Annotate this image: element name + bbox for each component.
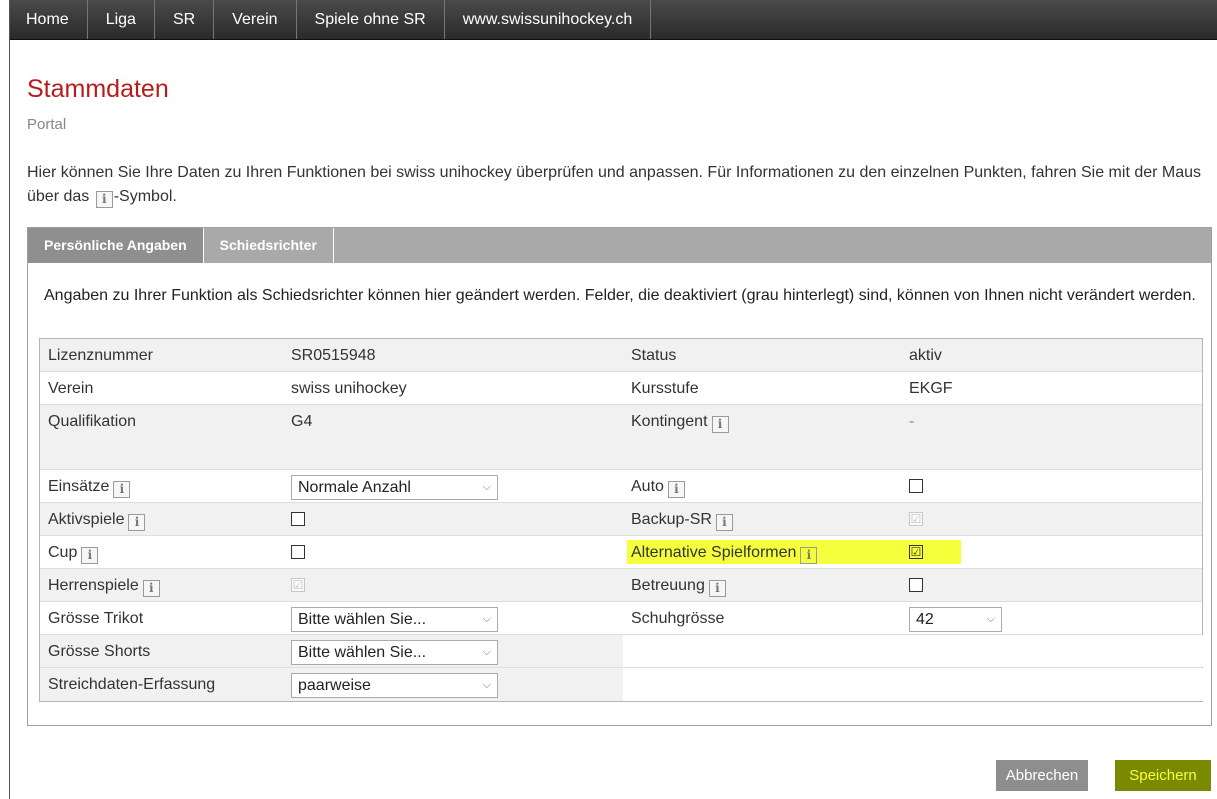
kontingent-label-cell: Kontingent i	[631, 405, 729, 438]
qualifikation-label: Qualifikation	[48, 413, 137, 430]
kursstufe-value: EKGF	[909, 380, 953, 397]
auto-label-cell: Auto i	[631, 470, 685, 503]
nav-liga[interactable]: Liga	[88, 0, 155, 39]
info-icon[interactable]: i	[81, 547, 99, 564]
betreuung-checkbox[interactable]	[909, 578, 923, 592]
auto-checkbox[interactable]	[909, 479, 923, 493]
lizenznummer-label: Lizenznummer	[48, 347, 153, 364]
groesse-trikot-label: Grösse Trikot	[48, 610, 144, 627]
page-subtitle: Portal	[27, 116, 67, 133]
einsaetze-select-value: Normale Anzahl	[298, 479, 411, 496]
table-row: Verein swiss unihockey Kursstufe EKGF	[40, 372, 1202, 405]
groesse-shorts-select-value: Bitte wählen Sie...	[298, 644, 427, 661]
table-row: Streichdaten-Erfassung paarweise ⌵	[40, 668, 1204, 701]
info-icon[interactable]: i	[800, 547, 818, 564]
aktivspiele-label: Aktivspiele	[48, 511, 125, 528]
chevron-down-icon: ⌵	[482, 679, 491, 691]
info-icon[interactable]: i	[128, 514, 146, 531]
alternative-spielformen-checkbox[interactable]: ☑	[909, 545, 923, 559]
tab-bar: Persönliche Angaben Schiedsrichter	[28, 228, 1211, 263]
table-row: Herrenspiele i ☑ Betreuung i	[40, 569, 1202, 602]
einsaetze-label-cell: Einsätze i	[48, 470, 131, 503]
info-icon[interactable]: i	[708, 580, 726, 597]
herrenspiele-label-cell: Herrenspiele i	[48, 569, 160, 602]
groesse-shorts-select[interactable]: Bitte wählen Sie... ⌵	[291, 640, 498, 665]
streichdaten-erfassung-select[interactable]: paarweise ⌵	[291, 673, 498, 698]
tab-persoenliche-angaben[interactable]: Persönliche Angaben	[28, 228, 204, 263]
table-row: Grösse Shorts Bitte wählen Sie... ⌵	[40, 635, 1204, 668]
intro-text-part2: -Symbol.	[113, 188, 177, 205]
verein-label: Verein	[48, 380, 94, 397]
chevron-down-icon: ⌵	[986, 613, 995, 625]
aktivspiele-label-cell: Aktivspiele i	[48, 503, 146, 536]
kursstufe-label: Kursstufe	[631, 380, 699, 397]
einsaetze-select[interactable]: Normale Anzahl ⌵	[291, 475, 498, 500]
streichdaten-erfassung-select-value: paarweise	[298, 677, 371, 694]
info-icon[interactable]: i	[113, 481, 131, 498]
streichdaten-erfassung-label: Streichdaten-Erfassung	[48, 676, 216, 693]
lizenznummer-value: SR0515948	[291, 347, 376, 364]
intro-text-part1: Hier können Sie Ihre Daten zu Ihren Funk…	[27, 164, 1202, 205]
schuhgroesse-label: Schuhgrösse	[631, 610, 725, 627]
nav-home[interactable]: Home	[10, 0, 88, 39]
table-row: Cup i Alternative Spielformen i ☑	[40, 536, 1202, 569]
backup-sr-label: Backup-SR	[631, 511, 712, 528]
herrenspiele-checkbox: ☑	[291, 578, 305, 592]
groesse-trikot-select-value: Bitte wählen Sie...	[298, 611, 427, 628]
cancel-button[interactable]: Abbrechen	[996, 760, 1088, 791]
table-row: Qualifikation G4 Kontingent i -	[40, 405, 1202, 470]
cup-checkbox[interactable]	[291, 545, 305, 559]
panel-description: Angaben zu Ihrer Funktion als Schiedsric…	[44, 287, 1196, 304]
backup-sr-label-cell: Backup-SR i	[631, 503, 733, 536]
kontingent-value: -	[909, 413, 915, 430]
tab-schiedsrichter[interactable]: Schiedsrichter	[204, 228, 334, 263]
auto-label: Auto	[631, 478, 664, 495]
intro-text: Hier können Sie Ihre Daten zu Ihren Funk…	[27, 161, 1212, 209]
kontingent-label: Kontingent	[631, 413, 708, 430]
qualifikation-value: G4	[291, 413, 313, 430]
referee-data-table: Lizenznummer SR0515948 Status aktiv Vere…	[39, 338, 1204, 702]
info-icon[interactable]: i	[142, 580, 160, 597]
table-row: Aktivspiele i Backup-SR i ☑	[40, 503, 1202, 536]
groesse-shorts-label: Grösse Shorts	[48, 643, 151, 660]
status-value: aktiv	[909, 347, 942, 364]
nav-sr[interactable]: SR	[155, 0, 215, 39]
herrenspiele-label: Herrenspiele	[48, 577, 139, 594]
betreuung-label: Betreuung	[631, 577, 705, 594]
status-label: Status	[631, 347, 677, 364]
chevron-down-icon: ⌵	[482, 481, 491, 493]
save-button[interactable]: Speichern	[1115, 760, 1211, 791]
top-navigation: Home Liga SR Verein Spiele ohne SR www.s…	[10, 0, 1217, 40]
info-icon[interactable]: i	[667, 481, 685, 498]
betreuung-label-cell: Betreuung i	[631, 569, 726, 602]
alternative-spielformen-label-cell: Alternative Spielformen i	[631, 536, 818, 569]
info-icon[interactable]: i	[715, 514, 733, 531]
nav-swissunihockey-link[interactable]: www.swissunihockey.ch	[445, 0, 652, 39]
nav-spiele-ohne-sr[interactable]: Spiele ohne SR	[297, 0, 445, 39]
referee-panel: Persönliche Angaben Schiedsrichter Angab…	[27, 227, 1212, 726]
aktivspiele-checkbox[interactable]	[291, 512, 305, 526]
backup-sr-checkbox: ☑	[909, 512, 923, 526]
schuhgroesse-select[interactable]: 42 ⌵	[909, 607, 1002, 632]
verein-value: swiss unihockey	[291, 380, 407, 397]
page-frame: Home Liga SR Verein Spiele ohne SR www.s…	[9, 0, 1217, 799]
table-row: Lizenznummer SR0515948 Status aktiv	[40, 339, 1202, 372]
alternative-spielformen-label: Alternative Spielformen	[631, 544, 797, 561]
info-icon: i	[95, 191, 113, 208]
table-row: Grösse Trikot Bitte wählen Sie... ⌵ Schu…	[40, 602, 1202, 635]
cup-label: Cup	[48, 544, 78, 561]
chevron-down-icon: ⌵	[482, 646, 491, 658]
table-row: Einsätze i Normale Anzahl ⌵ Auto i	[40, 470, 1202, 503]
empty-cell	[623, 635, 1204, 667]
info-icon[interactable]: i	[711, 416, 729, 433]
nav-verein[interactable]: Verein	[214, 0, 297, 39]
chevron-down-icon: ⌵	[482, 613, 491, 625]
cup-label-cell: Cup i	[48, 536, 99, 569]
groesse-trikot-select[interactable]: Bitte wählen Sie... ⌵	[291, 607, 498, 632]
page-title: Stammdaten	[27, 75, 169, 103]
empty-cell	[623, 668, 1204, 701]
einsaetze-label: Einsätze	[48, 478, 110, 495]
schuhgroesse-select-value: 42	[916, 611, 934, 628]
